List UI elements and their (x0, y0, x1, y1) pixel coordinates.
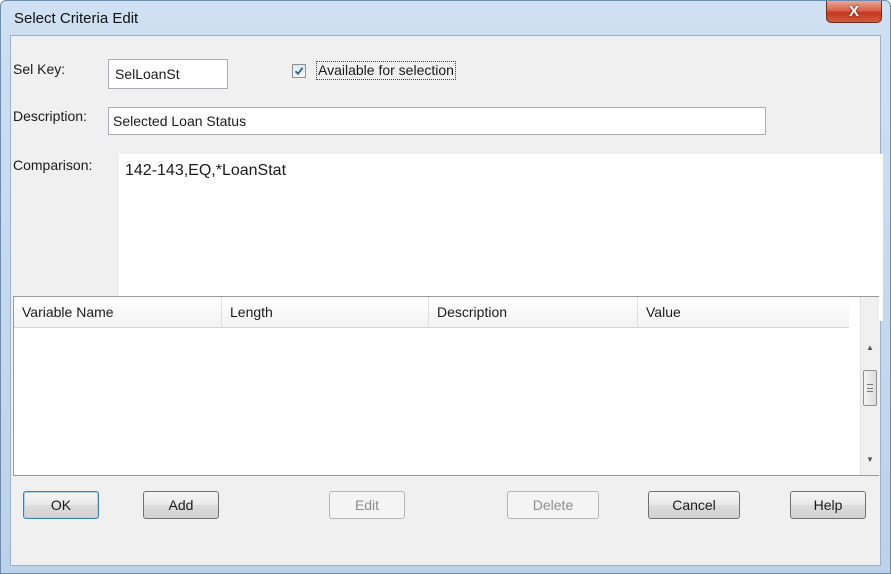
close-button[interactable]: X (826, 1, 882, 23)
available-checkbox[interactable] (292, 64, 306, 78)
variables-grid[interactable]: Variable Name Length Description Value ▲… (13, 296, 879, 476)
window-title: Select Criteria Edit (14, 10, 139, 27)
sel-key-label: Sel Key: (13, 61, 66, 77)
sel-key-field[interactable]: SelLoanSt (108, 59, 228, 89)
help-button[interactable]: Help (790, 491, 866, 519)
scrollbar-thumb[interactable] (863, 370, 877, 406)
description-label: Description: (13, 108, 87, 124)
delete-button[interactable]: Delete (507, 491, 599, 519)
arrow-down-icon[interactable]: ▼ (866, 455, 874, 464)
comparison-text: 142-143,EQ,*LoanStat (125, 162, 287, 179)
comparison-label: Comparison: (13, 157, 93, 173)
dialog-window: Select Criteria Edit X Sel Key: SelLoanS… (0, 0, 891, 574)
edit-button[interactable]: Edit (329, 491, 405, 519)
add-button[interactable]: Add (143, 491, 219, 519)
column-header-value[interactable]: Value (638, 297, 849, 328)
title-bar[interactable]: Select Criteria Edit X (1, 1, 890, 35)
checkmark-icon (294, 67, 304, 76)
available-label[interactable]: Available for selection (316, 61, 456, 80)
arrow-up-icon[interactable]: ▲ (866, 343, 874, 352)
vertical-scrollbar[interactable]: ▲ ▼ (860, 297, 879, 475)
ok-button[interactable]: OK (23, 491, 99, 519)
column-header-length[interactable]: Length (222, 297, 429, 328)
column-header-description[interactable]: Description (429, 297, 638, 328)
grid-header: Variable Name Length Description Value (14, 297, 849, 328)
close-icon: X (848, 3, 859, 20)
cancel-button[interactable]: Cancel (648, 491, 740, 519)
description-field[interactable]: Selected Loan Status (108, 107, 766, 135)
grip-icon (867, 384, 873, 392)
column-header-variable-name[interactable]: Variable Name (14, 297, 222, 328)
